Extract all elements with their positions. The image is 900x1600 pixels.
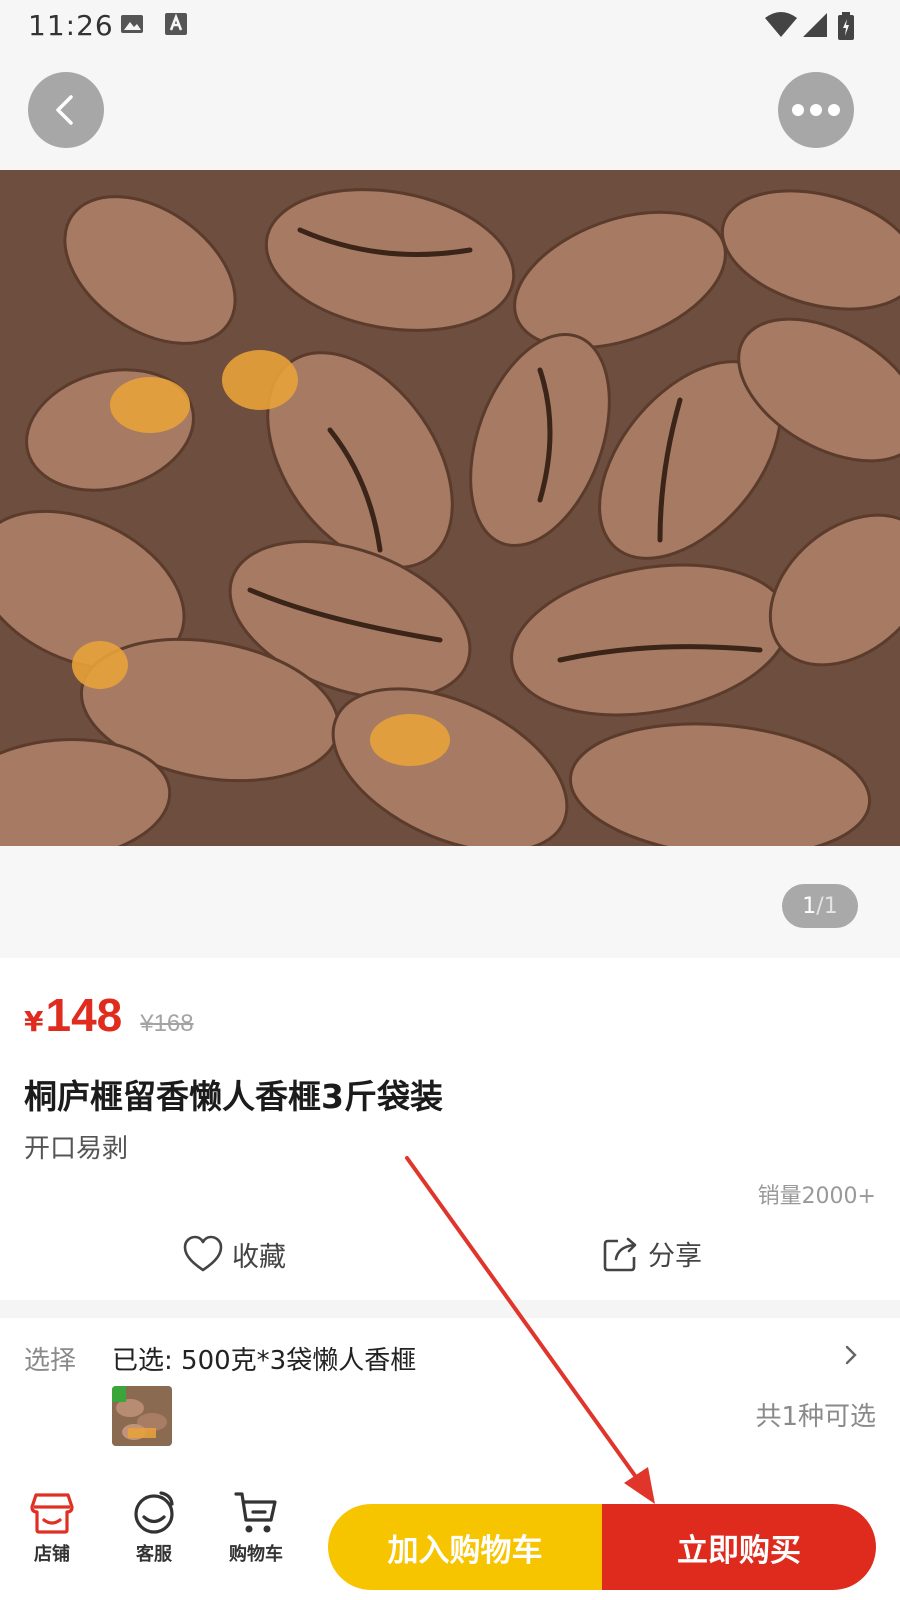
buy-now-button[interactable]: 立即购买 — [602, 1504, 876, 1590]
spec-selector-label: 选择 — [24, 1346, 77, 1376]
battery-icon — [838, 12, 854, 40]
image-page-separator: / — [816, 893, 824, 919]
wifi-icon — [765, 12, 797, 37]
store-icon — [30, 1493, 74, 1534]
sales-count: 销量2000+ — [757, 1184, 876, 1209]
product-title: 桐庐榧留香懒人香榧3斤袋装 — [24, 1077, 443, 1116]
favorite-label: 收藏 — [232, 1241, 286, 1273]
nav-customer-service[interactable]: 客服 — [114, 1490, 194, 1566]
selected-spec: 已选: 500克*3袋懒人香榧 — [112, 1346, 417, 1376]
more-dots-icon — [792, 104, 840, 116]
image-current-index: 1 — [802, 893, 817, 919]
price-currency: ¥ — [24, 1005, 44, 1038]
image-notification-icon — [121, 15, 143, 33]
add-to-cart-button[interactable]: 加入购物车 — [328, 1504, 602, 1590]
chevron-left-icon — [56, 95, 73, 125]
back-button[interactable] — [28, 72, 104, 148]
spec-thumbnail — [112, 1386, 172, 1446]
bottom-action-bar: 店铺 客服 购物车 加入购物车 立即购买 — [0, 1466, 900, 1600]
nav-customer-service-label: 客服 — [136, 1544, 172, 1565]
more-button[interactable] — [778, 72, 854, 148]
favorite-button[interactable]: 收藏 — [182, 1234, 286, 1274]
nav-cart[interactable]: 购物车 — [216, 1490, 296, 1566]
share-icon — [603, 1237, 637, 1271]
gallery-footer: 1/1 — [0, 846, 900, 958]
chevron-right-icon — [845, 1345, 857, 1365]
product-subtitle: 开口易剥 — [24, 1134, 129, 1164]
product-photo — [0, 170, 900, 846]
spec-thumbnail-image — [112, 1386, 172, 1446]
current-price: 148 — [45, 989, 123, 1041]
product-info-card: ¥ 148 ¥168 桐庐榧留香懒人香榧3斤袋装 开口易剥 销量2000+ 收藏… — [0, 958, 900, 1300]
status-bar: 11:26 — [0, 0, 900, 52]
price-row: ¥ 148 ¥168 — [24, 988, 194, 1042]
top-bar — [0, 52, 900, 170]
signal-icon — [803, 13, 827, 37]
nav-cart-label: 购物车 — [229, 1544, 283, 1565]
customer-service-icon — [134, 1491, 174, 1534]
image-total-count: 1 — [823, 893, 838, 919]
nav-store-label: 店铺 — [34, 1544, 70, 1565]
product-image[interactable] — [0, 170, 900, 846]
heart-icon — [183, 1235, 223, 1272]
status-time: 11:26 — [28, 9, 114, 42]
share-button[interactable]: 分享 — [602, 1234, 702, 1273]
spec-selector[interactable]: 选择 已选: 500克*3袋懒人香榧 共1种可选 — [0, 1318, 900, 1466]
font-notification-icon — [165, 13, 187, 35]
spec-option-count: 共1种可选 — [755, 1402, 876, 1432]
nav-store[interactable]: 店铺 — [12, 1490, 92, 1566]
cart-icon — [234, 1492, 277, 1533]
original-price: ¥168 — [140, 1010, 194, 1037]
share-label: 分享 — [648, 1241, 702, 1272]
image-page-indicator: 1/1 — [782, 884, 858, 928]
